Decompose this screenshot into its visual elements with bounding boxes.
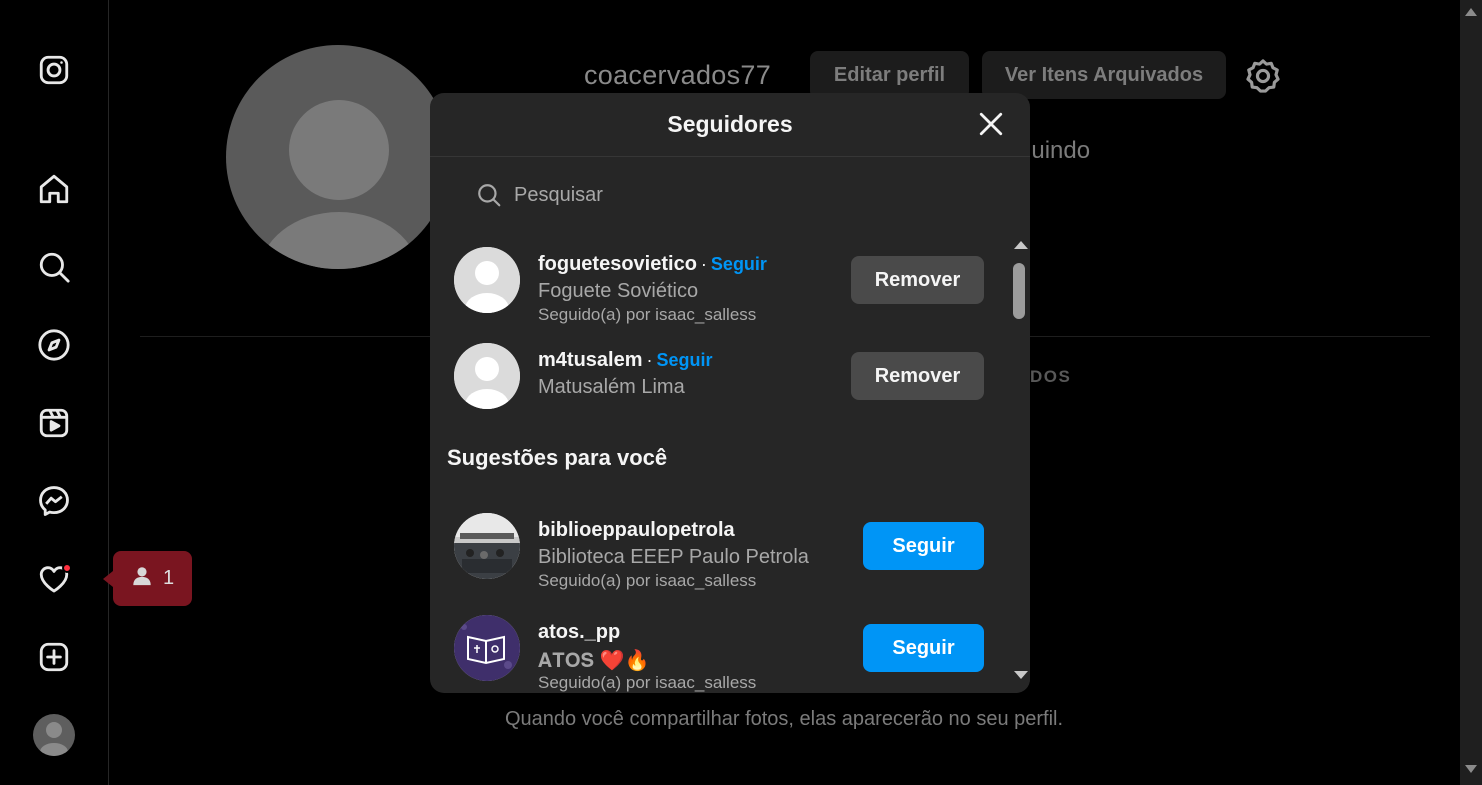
notification-tooltip[interactable]: 1 (103, 551, 192, 606)
scroll-up-arrow-icon[interactable] (1465, 8, 1477, 16)
follower-fullname: Foguete Soviético (538, 280, 699, 302)
avatar[interactable] (454, 513, 520, 579)
page-scrollbar[interactable] (1460, 0, 1482, 785)
avatar[interactable] (454, 247, 520, 313)
followers-list[interactable]: foguetesovietico · Seguir Foguete Soviétic… (430, 229, 1010, 693)
sidebar (0, 0, 109, 785)
follower-fullname: Matusalém Lima (538, 376, 685, 398)
search-icon[interactable] (36, 249, 72, 285)
search-input[interactable] (514, 183, 914, 207)
close-button[interactable] (974, 107, 1008, 141)
list-item: biblioeppaulopetrola Biblioteca EEEP Pau… (454, 513, 984, 590)
list-item: m4tusalem · Seguir Matusalém Lima Remover (454, 343, 984, 413)
close-icon (979, 112, 1003, 136)
profile-username: coacervados77 (584, 60, 772, 90)
explore-icon[interactable] (36, 327, 72, 363)
remove-button[interactable]: Remover (851, 256, 984, 304)
scroll-down-arrow-icon[interactable] (1014, 671, 1028, 679)
create-icon[interactable] (36, 639, 72, 675)
profile-avatar-small[interactable] (33, 714, 75, 756)
messenger-icon[interactable] (36, 483, 72, 519)
modal-title: Seguidores (667, 111, 793, 137)
followed-by-text: Seguido(a) por isaac_salless (538, 305, 757, 324)
modal-header: Seguidores (430, 93, 1030, 157)
notification-dot (62, 563, 72, 573)
scroll-thumb[interactable] (1013, 263, 1025, 319)
follow-button[interactable]: Seguir (863, 522, 984, 570)
follower-username[interactable]: foguetesovietico (538, 253, 697, 275)
view-archived-button[interactable]: Ver Itens Arquivados (982, 51, 1226, 99)
follow-button[interactable]: Seguir (863, 624, 984, 672)
modal-scrollbar[interactable] (1010, 229, 1030, 693)
follow-link[interactable]: Seguir (657, 350, 713, 370)
followed-by-text: Seguido(a) por isaac_salless (538, 571, 757, 590)
separator-dot: · (700, 254, 707, 274)
follower-username[interactable]: m4tusalem (538, 349, 643, 371)
tab-label[interactable]: DOS (1030, 367, 1071, 387)
list-item: foguetesovietico · Seguir Foguete Soviétic… (454, 247, 984, 324)
suggestion-fullname: 𝐀𝐓𝐎𝐒 ❤️🔥 (538, 650, 650, 672)
empty-state-message: Quando você compartilhar fotos, elas apa… (504, 708, 1064, 730)
suggestion-username[interactable]: biblioeppaulopetrola (538, 519, 735, 541)
remove-button[interactable]: Remover (851, 352, 984, 400)
edit-profile-button[interactable]: Editar perfil (810, 51, 969, 99)
avatar[interactable] (454, 615, 520, 681)
followers-modal: Seguidores foguetesovietico·Seguir Fogue… (430, 93, 1030, 693)
avatar[interactable] (454, 343, 520, 409)
search-icon (478, 184, 501, 207)
profile-avatar[interactable] (226, 45, 450, 269)
follow-link[interactable]: Seguir (711, 254, 767, 274)
suggestion-fullname: Biblioteca EEEP Paulo Petrola (538, 546, 809, 568)
gear-icon[interactable] (1244, 57, 1282, 95)
separator-dot: · (646, 350, 653, 370)
person-icon (131, 565, 153, 593)
tooltip-count: 1 (162, 567, 175, 589)
search-bar (476, 177, 914, 213)
reels-icon[interactable] (36, 405, 72, 441)
home-icon[interactable] (36, 171, 72, 207)
list-item: atos._pp 𝐀𝐓𝐎𝐒 ❤️🔥 Seguido(a) por isaac_s… (454, 615, 984, 692)
heart-icon[interactable] (36, 561, 72, 597)
scroll-up-arrow-icon[interactable] (1014, 241, 1028, 249)
suggestions-heading: Sugestões para você (447, 445, 668, 470)
scroll-down-arrow-icon[interactable] (1465, 765, 1477, 773)
followed-by-text: Seguido(a) por isaac_salless (538, 673, 757, 692)
suggestion-username[interactable]: atos._pp (538, 621, 620, 643)
instagram-icon[interactable] (36, 52, 72, 88)
